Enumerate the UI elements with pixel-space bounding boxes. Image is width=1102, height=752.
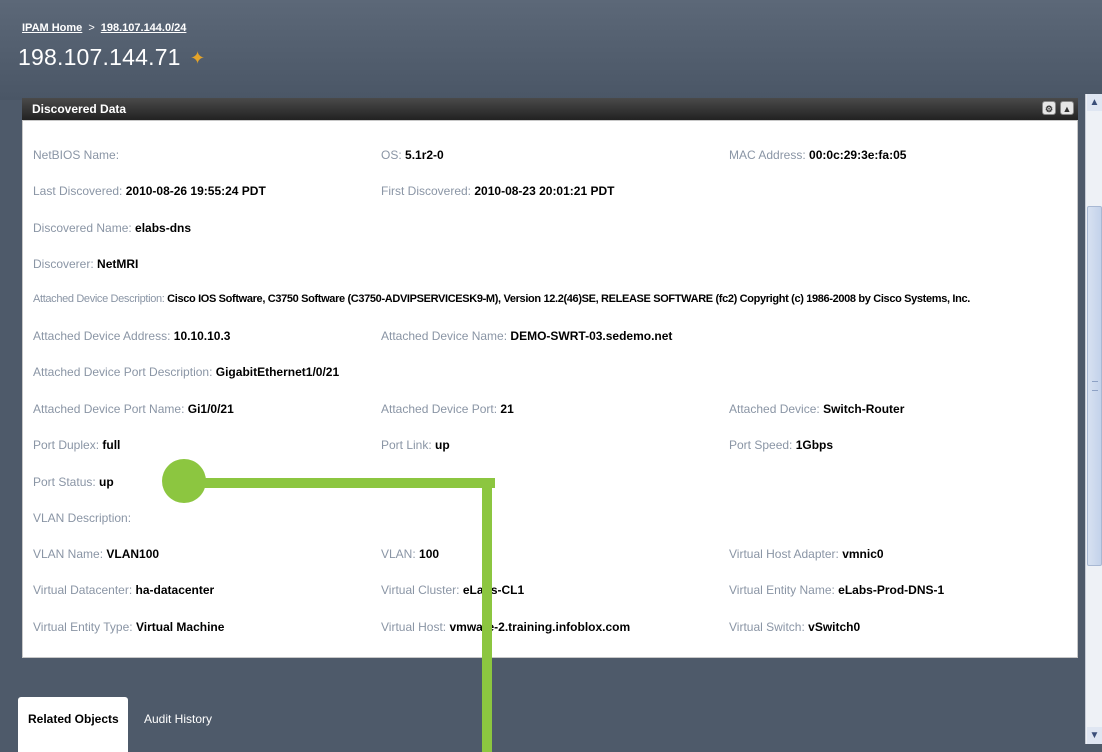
field-port-duplex: Port Duplex: full xyxy=(33,438,121,452)
breadcrumb-separator: > xyxy=(88,22,95,34)
field-virtual-cluster: Virtual Cluster: eLabs-CL1 xyxy=(381,583,525,597)
field-netbios-name: NetBIOS Name: xyxy=(33,148,120,162)
field-vlan-name: VLAN Name: VLAN100 xyxy=(33,547,160,561)
breadcrumb-home-link[interactable]: IPAM Home xyxy=(22,22,82,34)
tab-related-objects[interactable]: Related Objects xyxy=(18,697,128,752)
field-discovered-name: Discovered Name: elabs-dns xyxy=(33,221,192,235)
callout-line-vertical xyxy=(482,478,492,752)
field-attached-device-port-description: Attached Device Port Description: Gigabi… xyxy=(33,365,340,379)
field-virtual-switch: Virtual Switch: vSwitch0 xyxy=(729,620,861,634)
discovered-data-panel-header: Discovered Data ⚙ ▲ xyxy=(22,98,1078,120)
field-virtual-entity-name: Virtual Entity Name: eLabs-Prod-DNS-1 xyxy=(729,583,945,597)
field-discoverer: Discoverer: NetMRI xyxy=(33,257,139,271)
field-attached-device-address: Attached Device Address: 10.10.10.3 xyxy=(33,329,231,343)
field-vlan: VLAN: 100 xyxy=(381,547,440,561)
breadcrumb-network-link[interactable]: 198.107.144.0/24 xyxy=(101,22,187,34)
field-attached-device-port: Attached Device Port: 21 xyxy=(381,402,514,416)
page-title: 198.107.144.71 xyxy=(18,44,181,70)
field-virtual-host: Virtual Host: vmware-2.training.infoblox… xyxy=(381,620,631,634)
scrollbar-thumb[interactable] xyxy=(1087,206,1102,566)
field-vlan-description: VLAN Description: xyxy=(33,511,132,525)
vertical-scrollbar[interactable]: ▲ ▼ xyxy=(1085,94,1102,744)
panel-title: Discovered Data xyxy=(32,102,127,116)
star-icon[interactable]: ✦ xyxy=(190,48,205,69)
field-attached-device-port-name: Attached Device Port Name: Gi1/0/21 xyxy=(33,402,234,416)
breadcrumb: IPAM Home >198.107.144.0/24 xyxy=(22,22,186,34)
gear-icon[interactable]: ⚙ xyxy=(1042,101,1056,115)
chevron-down-icon[interactable]: ▼ xyxy=(1087,727,1102,744)
field-last-discovered: Last Discovered: 2010-08-26 19:55:24 PDT xyxy=(33,184,266,198)
tab-audit-history[interactable]: Audit History xyxy=(134,697,234,752)
callout-line xyxy=(183,478,495,488)
field-port-link: Port Link: up xyxy=(381,438,450,452)
field-virtual-datacenter: Virtual Datacenter: ha-datacenter xyxy=(33,583,215,597)
thumb-grip xyxy=(1092,381,1098,391)
field-attached-device: Attached Device: Switch-Router xyxy=(729,402,905,416)
field-attached-device-name: Attached Device Name: DEMO-SWRT-03.sedem… xyxy=(381,329,673,343)
discovered-data-panel: NetBIOS Name: OS: 5.1r2-0 MAC Address: 0… xyxy=(22,120,1078,658)
field-first-discovered: First Discovered: 2010-08-23 20:01:21 PD… xyxy=(381,184,615,198)
callout-dot xyxy=(162,459,206,503)
field-virtual-entity-type: Virtual Entity Type: Virtual Machine xyxy=(33,620,225,634)
chevron-up-icon[interactable]: ▲ xyxy=(1060,101,1074,115)
field-mac-address: MAC Address: 00:0c:29:3e:fa:05 xyxy=(729,148,907,162)
chevron-up-icon[interactable]: ▲ xyxy=(1087,94,1102,111)
field-port-status: Port Status: up xyxy=(33,475,114,489)
field-attached-device-description: Attached Device Description: Cisco IOS S… xyxy=(33,293,970,305)
field-os: OS: 5.1r2-0 xyxy=(381,148,444,162)
field-port-speed: Port Speed: 1Gbps xyxy=(729,438,834,452)
field-virtual-host-adapter: Virtual Host Adapter: vmnic0 xyxy=(729,547,884,561)
page-header: IPAM Home >198.107.144.0/24 198.107.144.7… xyxy=(0,0,1102,100)
